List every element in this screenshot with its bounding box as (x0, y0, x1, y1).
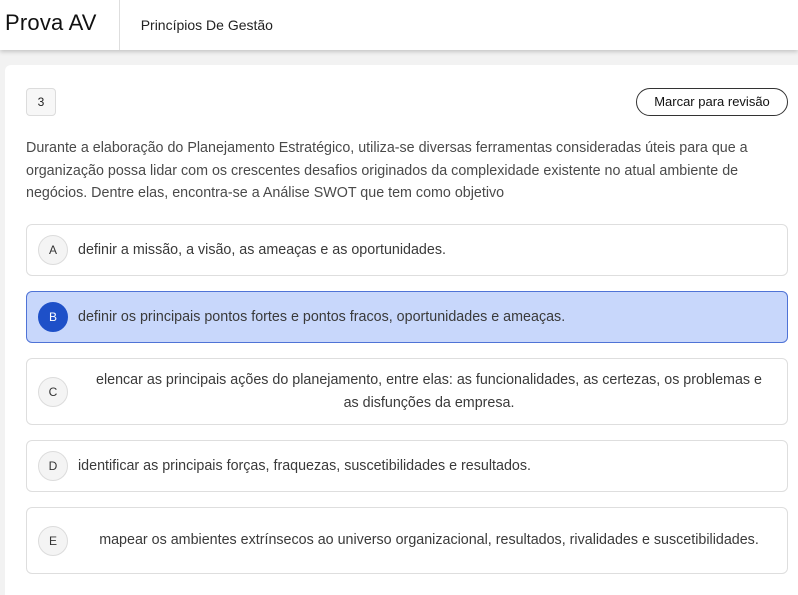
option-text: definir os principais pontos fortes e po… (78, 308, 566, 325)
option-letter: B (38, 302, 68, 332)
question-statement: Durante a elaboração do Planejamento Est… (26, 140, 748, 201)
option-text: definir a missão, a visão, as ameaças e … (78, 241, 446, 258)
answer-options: A definir a missão, a visão, as ameaças … (26, 224, 788, 589)
exam-title: Prova AV (0, 0, 120, 50)
option-d[interactable]: D identificar as principais forças, fraq… (26, 440, 788, 492)
course-name: Princípios De Gestão (140, 17, 273, 33)
option-text: mapear os ambientes extrínsecos ao unive… (99, 532, 759, 549)
option-e[interactable]: E mapear os ambientes extrínsecos ao uni… (26, 507, 788, 574)
option-c[interactable]: C elencar as principais ações do planeja… (26, 358, 788, 425)
option-letter: E (38, 525, 68, 556)
question-card: 3 Marcar para revisão Durante a elaboraç… (5, 65, 798, 595)
top-header: Prova AV Princípios De Gestão (0, 0, 798, 50)
option-text: identificar as principais forças, fraque… (78, 457, 531, 474)
mark-for-review-button[interactable]: Marcar para revisão (636, 88, 788, 116)
option-letter: D (38, 451, 68, 481)
option-b[interactable]: B definir os principais pontos fortes e … (26, 291, 788, 343)
option-letter: C (38, 376, 68, 407)
option-text: elencar as principais ações do planejame… (96, 372, 762, 411)
question-number-badge: 3 (26, 88, 56, 116)
option-letter: A (38, 235, 68, 265)
option-a[interactable]: A definir a missão, a visão, as ameaças … (26, 224, 788, 276)
